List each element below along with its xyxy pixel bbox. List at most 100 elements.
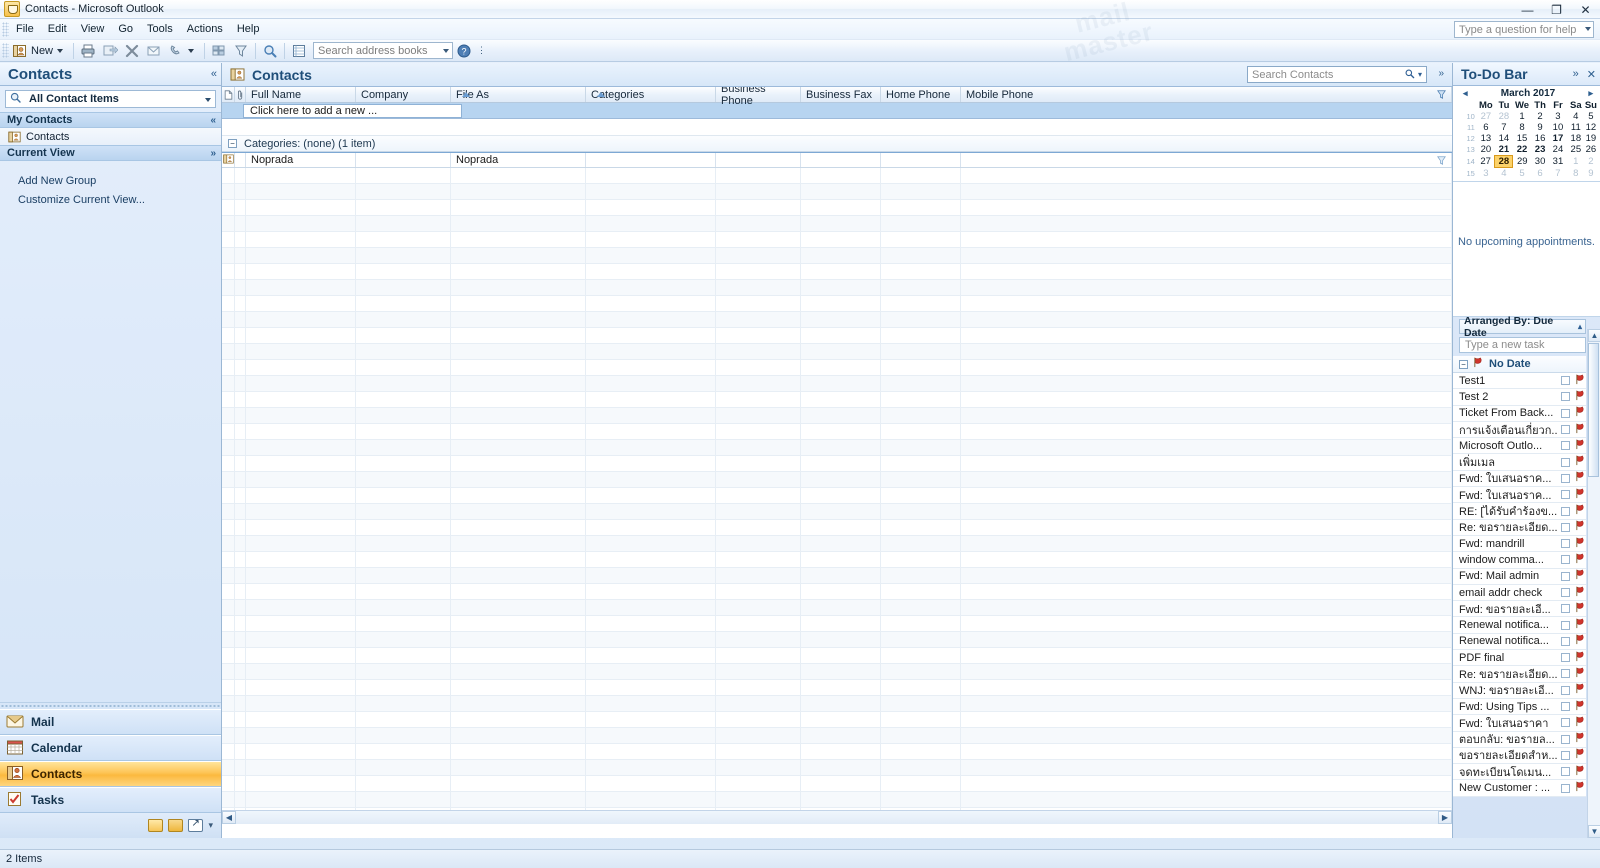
task-list-item[interactable]: การแจ้งเตือนเกี่ยวก.. — [1453, 421, 1586, 439]
menu-item-actions[interactable]: Actions — [180, 21, 230, 37]
sidebar-item-mail[interactable]: Mail — [0, 709, 221, 735]
collapse-group-icon[interactable]: − — [228, 139, 237, 148]
flag-icon[interactable] — [1574, 504, 1586, 518]
previous-month-button[interactable]: ◂ — [1463, 88, 1468, 99]
calendar-day[interactable]: 21 — [1495, 144, 1513, 156]
calendar-day[interactable]: 10 — [1549, 122, 1567, 133]
new-task-input[interactable]: Type a new task — [1459, 337, 1586, 353]
mini-calendar[interactable]: Mo Tu We Th Fr Sa Su 10 27 28 1 2 3 4 5 11 6 7 8 9 10 11 12 12… — [1459, 100, 1597, 179]
new-dropdown-caret-icon[interactable] — [57, 48, 64, 53]
calendar-day[interactable]: 8 — [1513, 122, 1531, 133]
task-complete-checkbox[interactable] — [1561, 522, 1570, 532]
filter-button[interactable] — [230, 41, 252, 61]
dial-dropdown-caret-icon[interactable] — [188, 48, 195, 53]
current-view-button[interactable] — [208, 41, 230, 61]
task-complete-checkbox[interactable] — [1561, 555, 1570, 565]
toolbar-overflow-icon[interactable]: ⋮ — [477, 45, 486, 56]
task-complete-checkbox[interactable] — [1561, 571, 1570, 581]
calendar-day[interactable]: 2 — [1585, 156, 1597, 168]
calendar-day[interactable]: 23 — [1531, 144, 1549, 156]
calendar-day[interactable]: 6 — [1531, 168, 1549, 180]
task-complete-checkbox[interactable] — [1561, 669, 1570, 679]
importance-column-header[interactable] — [235, 87, 246, 102]
task-list-item[interactable]: Microsoft Outlo... — [1453, 438, 1586, 455]
calendar-day[interactable]: 6 — [1477, 122, 1495, 133]
flag-icon[interactable] — [1574, 699, 1586, 714]
sidebar-item-contacts[interactable]: Contacts — [0, 128, 221, 145]
flag-icon[interactable] — [1574, 716, 1586, 730]
calendar-day[interactable]: 30 — [1531, 156, 1549, 168]
flag-icon[interactable] — [1574, 781, 1586, 795]
calendar-day[interactable]: 3 — [1477, 168, 1495, 180]
calendar-day[interactable]: 5 — [1585, 111, 1597, 122]
categories-column-header[interactable]: Categories — [586, 87, 716, 102]
search-icon[interactable] — [1404, 68, 1415, 82]
move-to-folder-button[interactable] — [99, 41, 121, 61]
all-contact-items-selector[interactable]: All Contact Items — [5, 90, 216, 108]
task-complete-checkbox[interactable] — [1561, 490, 1570, 500]
expand-to-do-bar-button[interactable]: » — [1573, 68, 1579, 81]
task-list-item[interactable]: Test1 — [1453, 373, 1586, 390]
calendar-day[interactable]: 31 — [1549, 156, 1567, 168]
task-list-item[interactable]: Fwd: Using Tips ... — [1453, 698, 1586, 716]
new-message-to-contact-button[interactable] — [143, 41, 165, 61]
calendar-day[interactable]: 16 — [1531, 133, 1549, 144]
calendar-day[interactable]: 14 — [1495, 133, 1513, 144]
calendar-day[interactable]: 9 — [1585, 168, 1597, 180]
flag-icon[interactable] — [1574, 488, 1586, 502]
table-row[interactable]: Noprada Noprada — [222, 152, 1452, 168]
chevron-down-icon[interactable]: » — [210, 148, 216, 159]
task-complete-checkbox[interactable] — [1561, 636, 1570, 646]
search-address-books-input[interactable]: Search address books — [313, 42, 454, 59]
folder-list-icon[interactable] — [168, 819, 184, 832]
calendar-day[interactable]: 24 — [1549, 144, 1567, 156]
calendar-day[interactable]: 11 — [1567, 122, 1585, 133]
task-list-item[interactable]: Fwd: ใบเสนอราคา — [1453, 715, 1586, 732]
search-dropdown-icon[interactable]: ▾ — [1418, 70, 1422, 79]
calendar-day[interactable]: 29 — [1513, 156, 1531, 168]
task-complete-checkbox[interactable] — [1561, 718, 1570, 728]
flag-icon[interactable] — [1574, 618, 1586, 632]
chevron-down-icon[interactable] — [443, 49, 450, 53]
task-list-item[interactable]: จดทะเบียนโดเมน... — [1453, 764, 1586, 781]
configure-buttons-icon[interactable]: ▾ — [208, 820, 213, 831]
task-complete-checkbox[interactable] — [1561, 392, 1570, 402]
task-complete-checkbox[interactable] — [1561, 506, 1570, 516]
calendar-week-number[interactable]: 15 — [1459, 168, 1477, 180]
group-header-current-view[interactable]: Current View » — [0, 145, 221, 161]
calendar-day-today[interactable]: 28 — [1494, 155, 1514, 168]
task-complete-checkbox[interactable] — [1561, 473, 1570, 483]
task-list-item[interactable]: Test 2 — [1453, 389, 1586, 406]
field-chooser-icon[interactable] — [1437, 90, 1446, 102]
sidebar-item-tasks[interactable]: Tasks — [0, 787, 221, 813]
task-complete-checkbox[interactable] — [1561, 588, 1570, 597]
help-question-input[interactable]: Type a question for help — [1454, 21, 1594, 38]
calendar-day[interactable]: 4 — [1567, 111, 1585, 122]
calendar-week-number[interactable]: 10 — [1459, 111, 1477, 122]
menu-item-edit[interactable]: Edit — [41, 21, 74, 37]
calendar-week-number[interactable]: 12 — [1459, 133, 1477, 144]
flag-icon[interactable] — [1574, 683, 1586, 697]
task-list-item[interactable]: Fwd: Mail admin — [1453, 568, 1586, 585]
task-complete-checkbox[interactable] — [1561, 425, 1570, 435]
task-group-header-no-date[interactable]: − No Date — [1453, 356, 1586, 373]
task-list-item[interactable]: RE: [ได้รับคำร้องข... — [1453, 503, 1586, 520]
task-list-item[interactable]: เพิ่มเมล — [1453, 454, 1586, 471]
navigation-pane-splitter[interactable] — [0, 702, 221, 709]
group-header-my-contacts[interactable]: My Contacts « — [0, 112, 221, 128]
flag-icon[interactable] — [1574, 455, 1586, 469]
file-as-column-header[interactable]: File As — [451, 87, 586, 102]
add-new-contact-cell[interactable]: Click here to add a new ... — [243, 103, 462, 118]
flag-icon[interactable] — [1574, 732, 1586, 746]
maximize-button[interactable]: ❐ — [1542, 0, 1571, 19]
task-complete-checkbox[interactable] — [1561, 702, 1570, 712]
add-new-group-link[interactable]: Add New Group — [18, 175, 221, 187]
scroll-down-arrow-icon[interactable]: ▼ — [1588, 825, 1600, 838]
scroll-right-arrow-icon[interactable]: ▶ — [1438, 811, 1452, 824]
calendar-day[interactable]: 4 — [1495, 168, 1513, 179]
task-list-item[interactable]: Fwd: ใบเสนอราค... — [1453, 470, 1586, 488]
calendar-day[interactable]: 27 — [1477, 156, 1495, 168]
to-do-bar-scrollbar[interactable]: ▲ ▼ — [1587, 329, 1600, 838]
collapse-navigation-pane-button[interactable]: « — [211, 68, 217, 80]
flag-icon[interactable] — [1574, 390, 1586, 404]
